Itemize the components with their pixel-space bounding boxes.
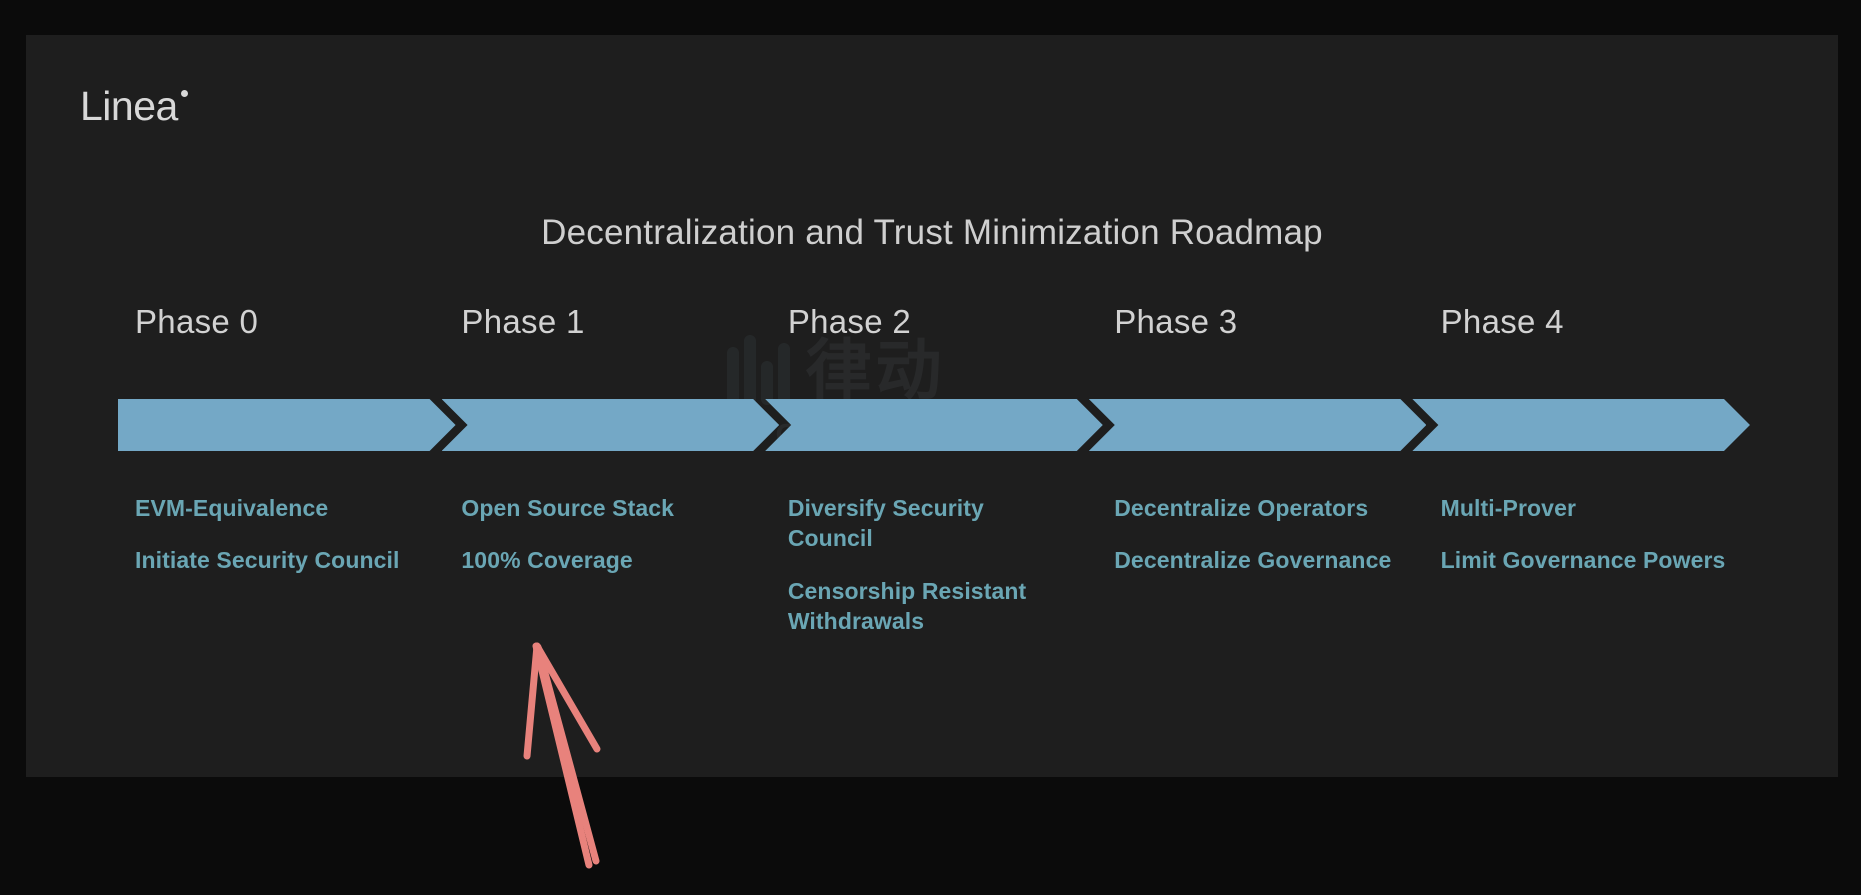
linea-logo: Linea xyxy=(80,83,188,127)
phase-items-0: EVM-Equivalence Initiate Security Counci… xyxy=(118,493,444,658)
phase-col-2: Phase 2 xyxy=(771,303,1097,341)
phase-col-0: Phase 0 xyxy=(118,303,444,341)
phase-col-3: Phase 3 xyxy=(1097,303,1423,341)
phase-col-4: Phase 4 xyxy=(1424,303,1750,341)
chevron-band xyxy=(118,399,1750,451)
phase-items-4: Multi-Prover Limit Governance Powers xyxy=(1424,493,1750,658)
phase-item: Decentralize Operators xyxy=(1114,495,1369,521)
phase-item: Multi-Prover xyxy=(1440,495,1577,521)
phase-label-1: Phase 1 xyxy=(461,303,585,340)
phase-col-1: Phase 1 xyxy=(444,303,770,341)
phase-item: Decentralize Governance xyxy=(1114,547,1392,574)
chevron-phase-1 xyxy=(442,399,780,451)
chevron-phase-3 xyxy=(1089,399,1427,451)
logo-dot-icon xyxy=(180,90,188,97)
phase-label-0: Phase 0 xyxy=(135,303,259,340)
phase-bullets-row: EVM-Equivalence Initiate Security Counci… xyxy=(118,493,1750,658)
phase-items-3: Decentralize Operators Decentralize Gove… xyxy=(1097,493,1423,658)
roadmap: Phase 0 Phase 1 Phase 2 Phase 3 Phase 4 xyxy=(118,303,1750,658)
chevron-phase-4 xyxy=(1412,399,1750,451)
phase-item: Open Source Stack xyxy=(461,495,675,521)
phase-label-row: Phase 0 Phase 1 Phase 2 Phase 3 Phase 4 xyxy=(118,303,1750,341)
chevron-phase-2 xyxy=(765,399,1103,451)
slide-stage: Linea Decentralization and Trust Minimiz… xyxy=(0,0,1861,895)
phase-item: Initiate Security Council xyxy=(135,547,400,574)
phase-items-2: Diversify Security Council Censorship Re… xyxy=(771,493,1097,658)
page-title: Decentralization and Trust Minimization … xyxy=(541,213,1323,252)
phase-item: EVM-Equivalence xyxy=(135,495,329,521)
phase-item: 100% Coverage xyxy=(461,547,633,574)
phase-label-4: Phase 4 xyxy=(1440,303,1564,340)
chevron-phase-0 xyxy=(118,399,456,451)
logo-wordmark: Linea xyxy=(80,83,178,129)
phase-label-3: Phase 3 xyxy=(1114,303,1238,340)
phase-item: Censorship Resistant Withdrawals xyxy=(787,577,1027,635)
phase-item: Limit Governance Powers xyxy=(1440,547,1726,574)
slide-panel: Linea Decentralization and Trust Minimiz… xyxy=(26,35,1838,777)
phase-items-1: Open Source Stack 100% Coverage xyxy=(444,493,770,658)
phase-item: Diversify Security Council xyxy=(787,495,984,552)
phase-label-2: Phase 2 xyxy=(787,303,912,340)
